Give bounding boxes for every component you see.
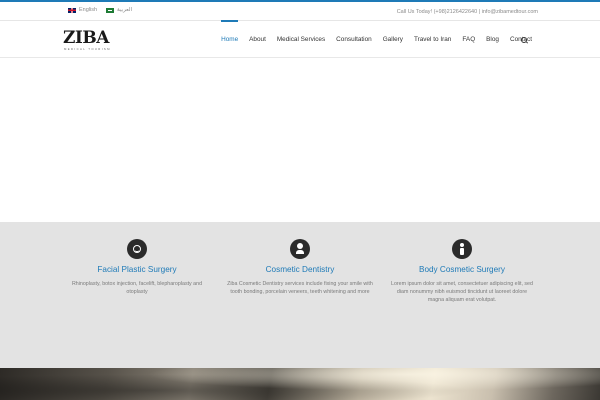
top-bar: English العربية Call Us Today! (+98)2126… xyxy=(0,2,600,21)
nav-about[interactable]: About xyxy=(249,21,266,57)
service-body-cosmetic-surgery: Body Cosmetic Surgery Lorem ipsum dolor … xyxy=(389,239,535,304)
service-title[interactable]: Body Cosmetic Surgery xyxy=(389,265,535,274)
nav-blog[interactable]: Blog xyxy=(486,21,499,57)
nav-home[interactable]: Home xyxy=(221,20,239,57)
body-icon xyxy=(452,239,472,259)
main-header: ZIBA MEDICAL TOURISM Home About Medical … xyxy=(0,20,600,58)
uk-flag-icon xyxy=(68,7,76,13)
logo-wordmark: ZIBA xyxy=(63,28,109,48)
language-english[interactable]: English xyxy=(68,7,97,13)
services-section: Facial Plastic Surgery Rhinoplasty, boto… xyxy=(0,222,600,368)
contact-info[interactable]: Call Us Today! (+98)2126422640 | info@zi… xyxy=(397,9,538,15)
service-facial-plastic-surgery: Facial Plastic Surgery Rhinoplasty, boto… xyxy=(64,239,210,296)
nav-consultation[interactable]: Consultation xyxy=(336,21,372,57)
sky-photo-banner xyxy=(0,368,600,400)
main-nav: Home About Medical Services Consultation… xyxy=(210,20,532,57)
service-title[interactable]: Cosmetic Dentistry xyxy=(227,265,373,274)
nav-travel-to-iran[interactable]: Travel to Iran xyxy=(414,21,451,57)
nav-gallery[interactable]: Gallery xyxy=(383,21,403,57)
saudi-flag-icon xyxy=(106,7,114,13)
language-english-label: English xyxy=(79,7,98,13)
language-arabic-label: العربية xyxy=(117,7,133,13)
service-title[interactable]: Facial Plastic Surgery xyxy=(64,265,210,274)
logo-tagline: MEDICAL TOURISM xyxy=(64,47,111,51)
service-description: Rhinoplasty, botox injection, facelift, … xyxy=(71,281,203,295)
service-description: Ziba Cosmetic Dentistry services include… xyxy=(227,281,373,295)
smiley-icon xyxy=(127,239,147,259)
language-arabic[interactable]: العربية xyxy=(106,7,132,13)
nav-faq[interactable]: FAQ xyxy=(462,21,475,57)
hero-area xyxy=(0,58,600,222)
service-cosmetic-dentistry: Cosmetic Dentistry Ziba Cosmetic Dentist… xyxy=(227,239,373,296)
nav-medical-services[interactable]: Medical Services xyxy=(277,21,325,57)
search-icon[interactable] xyxy=(521,37,527,43)
service-description: Lorem ipsum dolor sit amet, consectetuer… xyxy=(391,281,533,303)
site-logo[interactable]: ZIBA MEDICAL TOURISM xyxy=(63,29,115,51)
dentist-icon xyxy=(290,239,310,259)
